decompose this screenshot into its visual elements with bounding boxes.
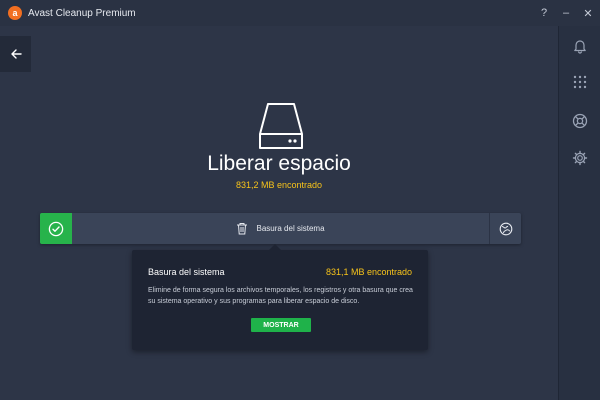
page-title: Liberar espacio — [207, 152, 351, 175]
globe-icon — [499, 222, 512, 235]
gear-icon — [572, 150, 588, 166]
status-check — [40, 213, 72, 244]
bell-icon — [574, 40, 586, 54]
help-center-button[interactable] — [571, 112, 589, 130]
popup-description: Elimine de forma segura los archivos tem… — [148, 287, 413, 305]
show-button[interactable]: MOSTRAR — [251, 318, 311, 332]
arrow-left-icon — [10, 49, 22, 59]
settings-button[interactable] — [571, 149, 589, 167]
help-button[interactable]: ? — [534, 0, 554, 26]
close-button[interactable]: ✕ — [578, 0, 598, 26]
check-icon — [48, 221, 64, 236]
right-sidebar — [558, 26, 600, 400]
notifications-button[interactable] — [571, 37, 589, 55]
title-bar: a Avast Cleanup Premium ? – ✕ — [0, 0, 600, 26]
back-button[interactable] — [0, 36, 31, 72]
lifebuoy-icon — [572, 113, 588, 129]
grid-icon — [573, 75, 587, 89]
total-found-label: 831,2 MB encontrado — [235, 180, 323, 190]
globe-button[interactable] — [489, 213, 521, 244]
system-junk-popup: Basura del sistema 831,1 MB encontrado E… — [132, 244, 428, 350]
popup-arrow — [269, 244, 281, 250]
apps-button[interactable] — [571, 73, 589, 91]
avast-logo-icon: a — [8, 6, 22, 20]
system-junk-row[interactable]: Basura del sistema — [40, 213, 521, 244]
system-junk-item[interactable]: Basura del sistema — [72, 213, 489, 244]
window-title: Avast Cleanup Premium — [28, 7, 136, 19]
popup-title: Basura del sistema — [148, 267, 225, 277]
window-controls: ? – ✕ — [534, 0, 600, 26]
minimize-button[interactable]: – — [556, 0, 576, 26]
hard-drive-icon — [256, 100, 306, 152]
popup-found-label: 831,1 MB encontrado — [325, 267, 412, 277]
trash-icon — [237, 223, 248, 235]
system-junk-label: Basura del sistema — [256, 224, 325, 233]
